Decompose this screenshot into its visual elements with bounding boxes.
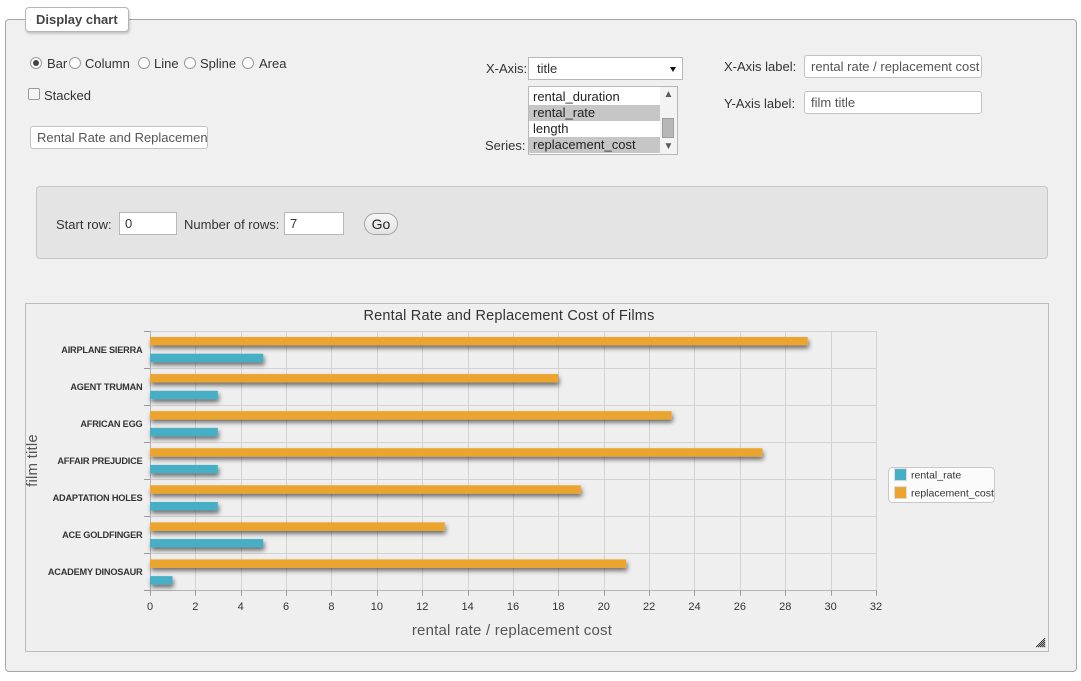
svg-text:12: 12 — [416, 601, 428, 613]
svg-text:ACADEMY DINOSAUR: ACADEMY DINOSAUR — [48, 567, 143, 577]
svg-text:film title: film title — [25, 434, 41, 487]
svg-text:22: 22 — [643, 601, 655, 613]
svg-text:20: 20 — [598, 601, 610, 613]
svg-text:rental_rate: rental_rate — [911, 470, 961, 482]
svg-text:18: 18 — [552, 601, 564, 613]
svg-text:0: 0 — [147, 601, 153, 613]
svg-text:10: 10 — [371, 601, 383, 613]
svg-text:8: 8 — [328, 601, 334, 613]
svg-text:AFFAIR PREJUDICE: AFFAIR PREJUDICE — [57, 456, 142, 466]
svg-text:AFRICAN EGG: AFRICAN EGG — [80, 419, 142, 429]
svg-text:26: 26 — [734, 601, 746, 613]
svg-text:32: 32 — [870, 601, 882, 613]
svg-text:rental rate / replacement cost: rental rate / replacement cost — [412, 622, 613, 639]
svg-text:30: 30 — [824, 601, 836, 613]
svg-text:AIRPLANE SIERRA: AIRPLANE SIERRA — [61, 345, 143, 355]
svg-text:24: 24 — [688, 601, 700, 613]
svg-text:Rental Rate and Replacement Co: Rental Rate and Replacement Cost of Film… — [363, 308, 654, 324]
svg-text:28: 28 — [779, 601, 791, 613]
svg-text:14: 14 — [461, 601, 473, 613]
svg-text:6: 6 — [283, 601, 289, 613]
svg-text:ADAPTATION HOLES: ADAPTATION HOLES — [53, 493, 143, 503]
svg-text:AGENT TRUMAN: AGENT TRUMAN — [70, 382, 143, 392]
svg-text:16: 16 — [507, 601, 519, 613]
svg-text:4: 4 — [238, 601, 244, 613]
svg-text:2: 2 — [192, 601, 198, 613]
svg-text:replacement_cost: replacement_cost — [911, 488, 994, 500]
svg-text:ACE GOLDFINGER: ACE GOLDFINGER — [62, 530, 143, 540]
